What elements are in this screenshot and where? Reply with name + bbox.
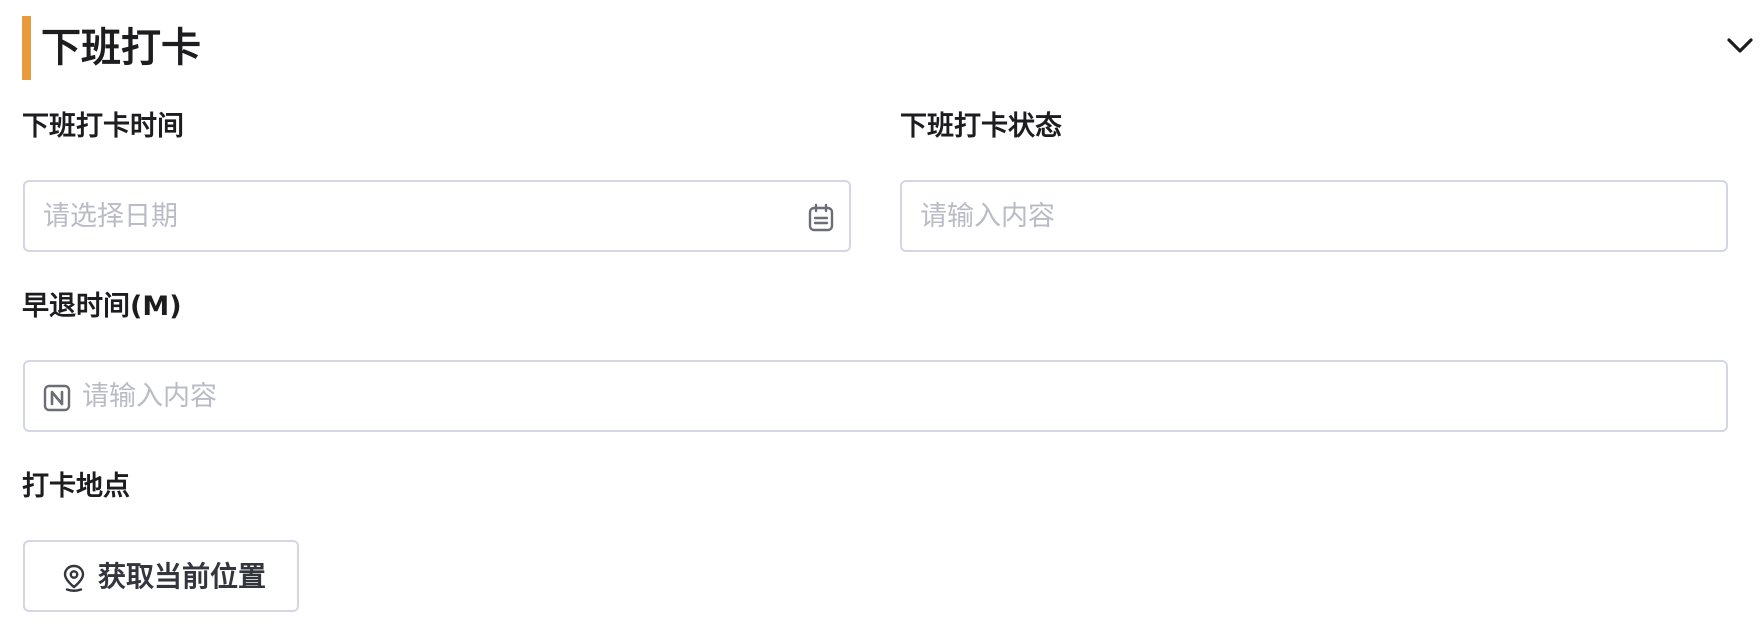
section-header: 下班打卡 [22,16,1762,80]
calendar-icon[interactable] [807,203,835,233]
clockout-status-field[interactable] [900,180,1728,252]
section-accent-bar [22,16,31,80]
get-location-label: 获取当前位置 [98,560,267,593]
get-location-button[interactable]: 获取当前位置 [23,540,299,612]
clockout-form: 下班打卡 下班打卡时间 下班打卡状态 早退时间(M) 打卡地点 [0,0,1764,630]
clockout-status-label: 下班打卡状态 [900,111,1062,142]
location-label: 打卡地点 [22,471,130,502]
early-leave-label: 早退时间(M) [22,291,182,322]
early-leave-field[interactable] [23,360,1728,432]
section-title: 下班打卡 [41,25,201,71]
chevron-down-icon [1727,38,1753,53]
clockout-time-label: 下班打卡时间 [22,111,184,142]
clockout-time-picker[interactable] [23,180,851,252]
early-leave-input[interactable] [82,362,1702,430]
clockout-time-input[interactable] [43,182,783,250]
location-pin-icon [63,564,85,592]
collapse-button[interactable] [1722,28,1758,64]
number-icon [43,384,71,412]
clockout-status-input[interactable] [920,182,1710,250]
